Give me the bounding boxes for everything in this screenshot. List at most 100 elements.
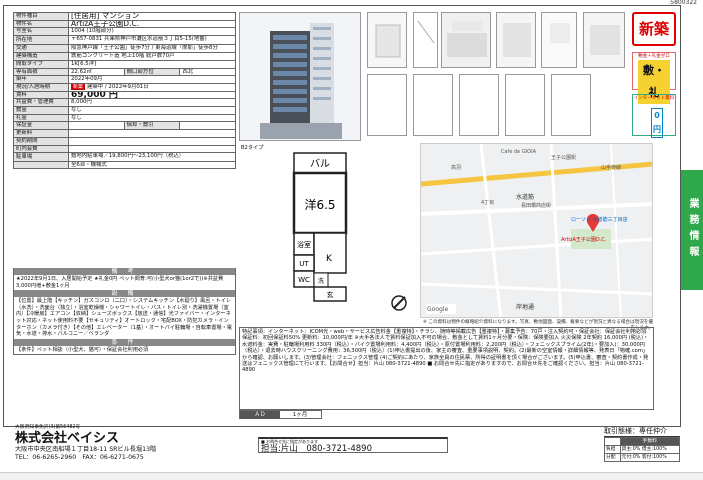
spec-row: 現況/入居時期 新築 建築中 / 2022年9月01日	[13, 82, 236, 92]
spec-value-2: 西北	[179, 67, 236, 77]
spec-value: 22.62㎡	[68, 67, 125, 77]
transaction-type: 取引態様：専任仲介	[604, 427, 680, 437]
spec-label: 更新料	[13, 129, 69, 138]
split-row-label: 分配	[604, 453, 621, 462]
map-label-lawson: ローソン 水道筋三丁目店	[571, 217, 628, 223]
spec-row: 保証金 償却・敷引	[13, 121, 236, 131]
spec-label: 物件種目	[13, 12, 69, 21]
business-info-tab[interactable]: 業務情報	[681, 170, 703, 290]
facilities-title: 設 備	[14, 290, 235, 298]
spec-row: 建築構造 鉄筋コンクリート造 地上10階 総戸数70戸	[13, 52, 236, 61]
spec-row: 号室名 1004 (10階部分)	[13, 27, 236, 37]
location-map: 王子公園駅 水道筋 山手幹線 ローソン 水道筋三丁目店 ArtizA王子公園D.…	[420, 143, 653, 318]
spec-row: 礼金 なし	[13, 113, 236, 123]
spec-label-2: 間口部方位	[123, 67, 181, 77]
spec-label: 敷金	[13, 106, 69, 115]
ad-value: 1ヶ月	[292, 412, 308, 418]
plan-main-room: 洋6.5	[304, 197, 335, 212]
company-tel: TEL：06-6265-2960 FAX：06-6271-0675	[15, 454, 144, 461]
spec-value	[68, 129, 236, 138]
spec-label-2: 償却・敷引	[123, 121, 181, 131]
map-label-takaha: 高羽	[451, 165, 462, 171]
zero-deposit-caption: 敷金＋礼金ゼロ	[638, 54, 670, 59]
map-label-yamate: 山手幹線	[601, 165, 622, 171]
spec-row: 全6台・機械式	[13, 160, 236, 170]
spec-table: 物件種目 [住居用] マンション 物件名 ArtizA王子公園D.C. 号室名 1004 …	[13, 12, 236, 170]
map-label-street: 長田橋商店街	[521, 203, 552, 209]
contact-person: 担当:片山 080-3721-4890	[261, 444, 372, 454]
spec-label: 交通	[13, 43, 69, 54]
spec-row: 間取タイプ 1K[6.5洋]	[13, 59, 236, 69]
transaction-box: 取引態様：専任仲介 手数料 負担 貸主:0% 借主:100% 分配 元付:0% 客付…	[604, 427, 681, 462]
spec-label: 建築構造	[13, 52, 69, 61]
plan-ut: UT	[299, 260, 309, 268]
spec-row: 物件種目 [住居用] マンション	[13, 12, 236, 21]
spec-label: 駐車場	[13, 152, 69, 162]
photo-2	[367, 12, 407, 68]
spec-value: 2022年09月	[68, 75, 236, 84]
remarks-text: ★2022年9月1日、入居開始予定 ★礼金0円 ペット飼育:可(小型犬or猫(1…	[16, 276, 224, 289]
spec-label: 物件名	[13, 19, 69, 29]
spec-value: 新築 建築中 / 2022年9月01日	[68, 82, 236, 92]
spec-label: 保証金	[13, 121, 69, 131]
notes-block: 備 考 ★2022年9月1日、入居開始予定 ★礼金0円 ペット飼育:可(小型犬o…	[13, 268, 236, 356]
photo-8	[367, 74, 407, 136]
plan-laundry: 洗	[318, 277, 324, 285]
spec-value: 全6台・機械式	[68, 160, 236, 170]
spec-row: 更新料	[13, 129, 236, 138]
spec-label: 専有面積	[13, 67, 69, 77]
remarks-title: 備 考	[14, 268, 235, 275]
spec-row: 契約期間	[13, 136, 236, 146]
map-label-suidosuji: 水道筋	[516, 194, 535, 201]
photo-11	[505, 74, 545, 136]
building-photo	[239, 12, 361, 141]
spec-row: 町内会費	[13, 144, 236, 154]
footer-strip	[0, 472, 703, 480]
spec-row: 築年 2022年09月	[13, 75, 236, 84]
plan-entrance: 玄	[327, 290, 334, 299]
company-name: 株式会社ベイシス	[15, 431, 120, 446]
spec-value: ArtizA王子公園D.C.	[68, 19, 236, 29]
spec-label: 現況/入居時期	[13, 82, 69, 92]
spec-value: 8,000円	[68, 98, 236, 108]
spec-row: 物件名 ArtizA王子公園D.C.	[13, 19, 236, 29]
fee-label: 手数料	[619, 437, 681, 446]
spec-row: 敷金 なし	[13, 106, 236, 115]
photo-9	[413, 74, 453, 136]
plan-balcony: バル	[310, 158, 330, 170]
map-label-kishichi: 岸地通	[516, 304, 535, 311]
spec-value: 1004 (10階部分)	[68, 27, 236, 37]
ad-row: ＡＤ 1ヶ月	[239, 410, 322, 419]
spec-row: 交通 阪急神戸線「王子公園」徒歩7分 / 東海道線「摩耶」徒歩8分	[13, 43, 236, 54]
map-label-cafe: Cafe de GIOIA	[501, 149, 536, 155]
spec-label: 間取タイプ	[13, 59, 69, 69]
map-label-building: ArtizA王子公園D.C.	[561, 237, 607, 243]
company-block: 大阪府知事免許(3)第56482号 株式会社ベイシス 大阪市中央区南船場１丁目1…	[15, 425, 235, 462]
spec-value	[68, 136, 236, 146]
spec-label	[13, 160, 69, 170]
free-internet-caption: インターネット無料	[633, 96, 675, 101]
spec-value: なし	[68, 106, 236, 115]
photo-10	[459, 74, 499, 136]
conditions-title: 条 件	[14, 338, 235, 346]
spec-value: 〒657-0831 兵庫県神戸市灘区水道筋３丁目5-15(地番)	[68, 35, 236, 45]
spec-value-text: 建築中 / 2022年9月01日	[87, 83, 149, 90]
spec-value: 1K[6.5洋]	[68, 59, 236, 69]
spec-label: 契約期間	[13, 136, 69, 146]
photo-3	[413, 12, 438, 68]
plan-wc: WC	[298, 276, 310, 284]
spec-value	[68, 121, 125, 131]
spec-value: なし	[68, 113, 236, 123]
spec-value: [住居用] マンション	[68, 12, 236, 21]
spec-label: 築年	[13, 75, 69, 84]
new-build-text: 新築	[638, 20, 669, 38]
spec-label: 所在地	[13, 35, 69, 45]
status-badge: 新築	[71, 83, 86, 90]
photo-5	[496, 12, 536, 68]
ad-label: ＡＤ	[240, 411, 280, 419]
spec-label: 礼金	[13, 113, 69, 123]
floorplan: バル 洋6.5 浴室 K UT WC 洗 玄	[292, 152, 407, 311]
flyer-sheet: 5800322 物件種目 [住居用] マンション 物件名 ArtizA王子公園D.C.…	[0, 0, 703, 480]
spec-row: 所在地 〒657-0831 兵庫県神戸市灘区水道筋３丁目5-15(地番)	[13, 35, 236, 45]
fee-row-label: 負担	[604, 445, 621, 454]
